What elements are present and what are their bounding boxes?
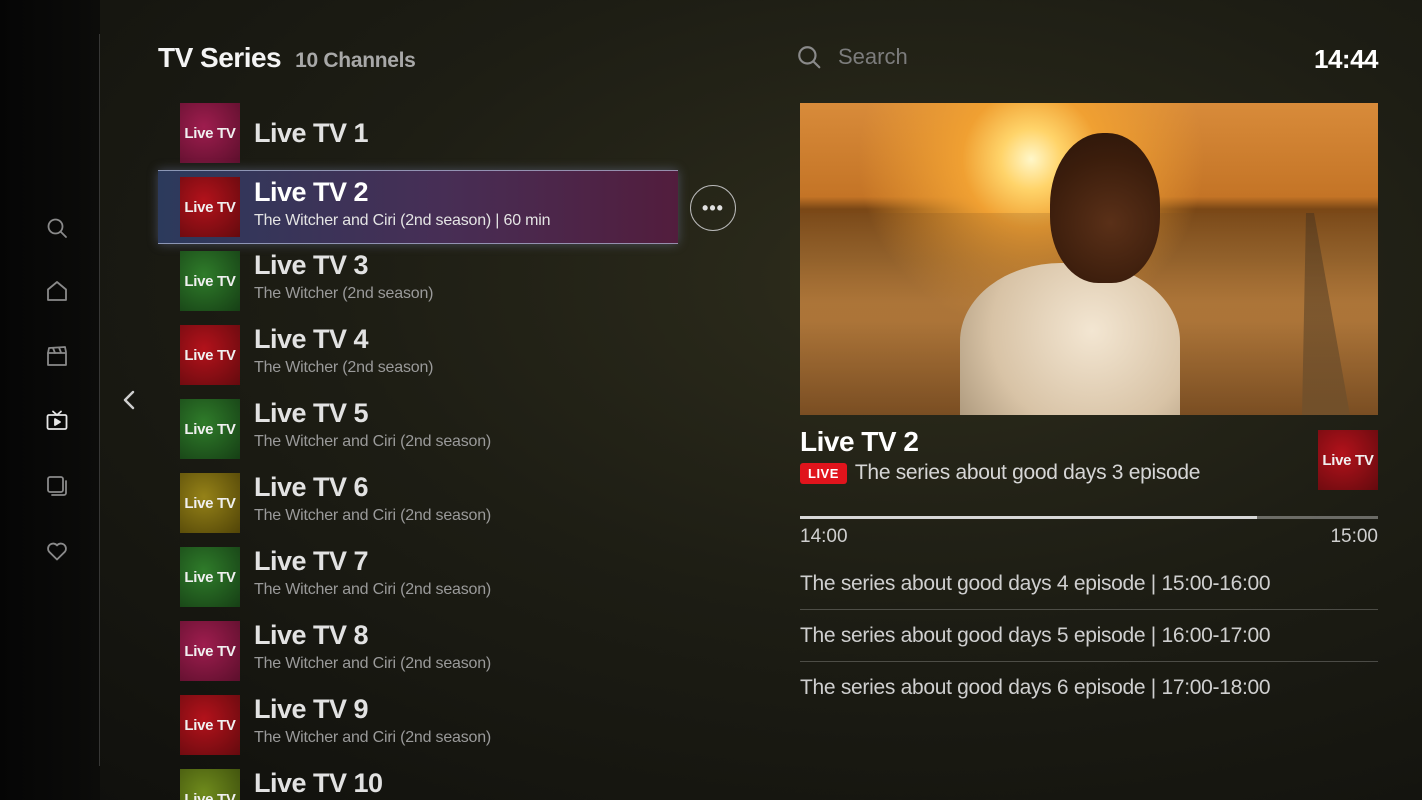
channel-logo: Live TV <box>180 547 240 607</box>
channel-logo: Live TV <box>180 177 240 237</box>
channel-name: Live TV 7 <box>254 546 369 576</box>
channel-row[interactable]: Live TV Live TV 1 <box>158 96 678 170</box>
channel-program: The Witcher and Ciri (2nd season) <box>254 507 492 524</box>
channel-name: Live TV 4 <box>254 324 369 354</box>
preview-person-head <box>1050 133 1160 283</box>
heart-icon <box>47 542 67 561</box>
clapperboard-icon <box>47 346 67 366</box>
upcoming-schedule: The series about good days 4 episode | 1… <box>800 558 1378 714</box>
channel-name: Live TV 10 <box>254 768 383 798</box>
now-playing-program: The series about good days 3 episode <box>854 461 1201 484</box>
nav-favorites[interactable] <box>44 538 70 564</box>
stack-icon <box>47 476 67 496</box>
more-options-button[interactable]: ••• <box>690 185 736 231</box>
back-button[interactable] <box>118 388 140 412</box>
live-badge: LIVE <box>800 462 847 484</box>
channel-logo: Live TV <box>180 695 240 755</box>
channel-program: The Witcher and Ciri (2nd season) <box>254 729 492 746</box>
preview-person-body <box>960 263 1180 415</box>
channel-logo: Live TV <box>180 399 240 459</box>
sidebar <box>0 0 100 800</box>
channel-row[interactable]: Live TV Live TV 3 The Witcher (2nd seaso… <box>158 244 678 318</box>
nav-search[interactable] <box>44 215 70 241</box>
channel-name: Live TV 3 <box>254 250 369 280</box>
clock: 14:44 <box>1314 44 1379 74</box>
now-playing-info: LIVE The series about good days 3 episod… <box>800 461 1200 485</box>
nav-movies[interactable] <box>44 343 70 369</box>
channel-logo: Live TV <box>180 103 240 163</box>
channel-row[interactable]: Live TV Live TV 9 The Witcher and Ciri (… <box>158 688 678 762</box>
channel-program: The Witcher and Ciri (2nd season) <box>254 655 492 672</box>
channel-row-selected[interactable]: Live TV Live TV 2 The Witcher and Ciri (… <box>158 170 678 244</box>
search-icon <box>47 218 67 238</box>
channel-program: The Witcher (2nd season) <box>254 285 434 302</box>
channel-name: Live TV 2 <box>254 177 369 207</box>
page-title: TV Series <box>158 42 282 73</box>
channel-name: Live TV 8 <box>254 620 369 650</box>
channel-name: Live TV 9 <box>254 694 369 724</box>
nav-live-tv[interactable] <box>44 408 70 434</box>
schedule-item[interactable]: The series about good days 5 episode | 1… <box>800 610 1378 662</box>
channel-name: Live TV 1 <box>254 118 369 148</box>
chevron-left-icon <box>123 390 135 410</box>
channel-name: Live TV 6 <box>254 472 369 502</box>
now-playing-title: Live TV 2 <box>800 426 919 457</box>
tv-play-icon <box>46 410 68 430</box>
channel-logo: Live TV <box>180 251 240 311</box>
channel-logo: Live TV <box>180 769 240 800</box>
channel-row[interactable]: Live TV Live TV 8 The Witcher and Ciri (… <box>158 614 678 688</box>
search-input[interactable] <box>838 44 1078 70</box>
home-icon <box>47 281 67 301</box>
program-progress-fill <box>800 516 1257 519</box>
channel-name: Live TV 5 <box>254 398 369 428</box>
now-playing-channel-logo: Live TV <box>1318 430 1378 490</box>
program-progress-bar <box>800 516 1378 519</box>
channel-count: 10 Channels <box>295 49 416 72</box>
video-preview[interactable] <box>800 103 1378 415</box>
channel-row[interactable]: Live TV Live TV 4 The Witcher (2nd seaso… <box>158 318 678 392</box>
schedule-item[interactable]: The series about good days 4 episode | 1… <box>800 558 1378 610</box>
channel-logo: Live TV <box>180 621 240 681</box>
channel-row[interactable]: Live TV Live TV 10 <box>158 762 678 800</box>
schedule-item[interactable]: The series about good days 6 episode | 1… <box>800 662 1378 714</box>
search-icon <box>798 46 821 69</box>
channel-row[interactable]: Live TV Live TV 6 The Witcher and Ciri (… <box>158 466 678 540</box>
sidebar-divider <box>99 34 100 766</box>
channel-program: The Witcher and Ciri (2nd season) <box>254 433 492 450</box>
program-start-time: 14:00 <box>800 526 848 547</box>
channel-program: The Witcher and Ciri (2nd season) <box>254 581 492 598</box>
channel-row[interactable]: Live TV Live TV 5 The Witcher and Ciri (… <box>158 392 678 466</box>
channel-logo: Live TV <box>180 325 240 385</box>
channel-logo: Live TV <box>180 473 240 533</box>
program-end-time: 15:00 <box>1330 526 1378 547</box>
channel-row[interactable]: Live TV Live TV 7 The Witcher and Ciri (… <box>158 540 678 614</box>
nav-home[interactable] <box>44 278 70 304</box>
channel-program: The Witcher (2nd season) <box>254 359 434 376</box>
list-header: TV Series 10 Channels <box>158 42 416 74</box>
nav-series[interactable] <box>44 473 70 499</box>
channel-program: The Witcher and Ciri (2nd season) | 60 m… <box>254 212 551 229</box>
search-bar <box>796 44 1078 70</box>
